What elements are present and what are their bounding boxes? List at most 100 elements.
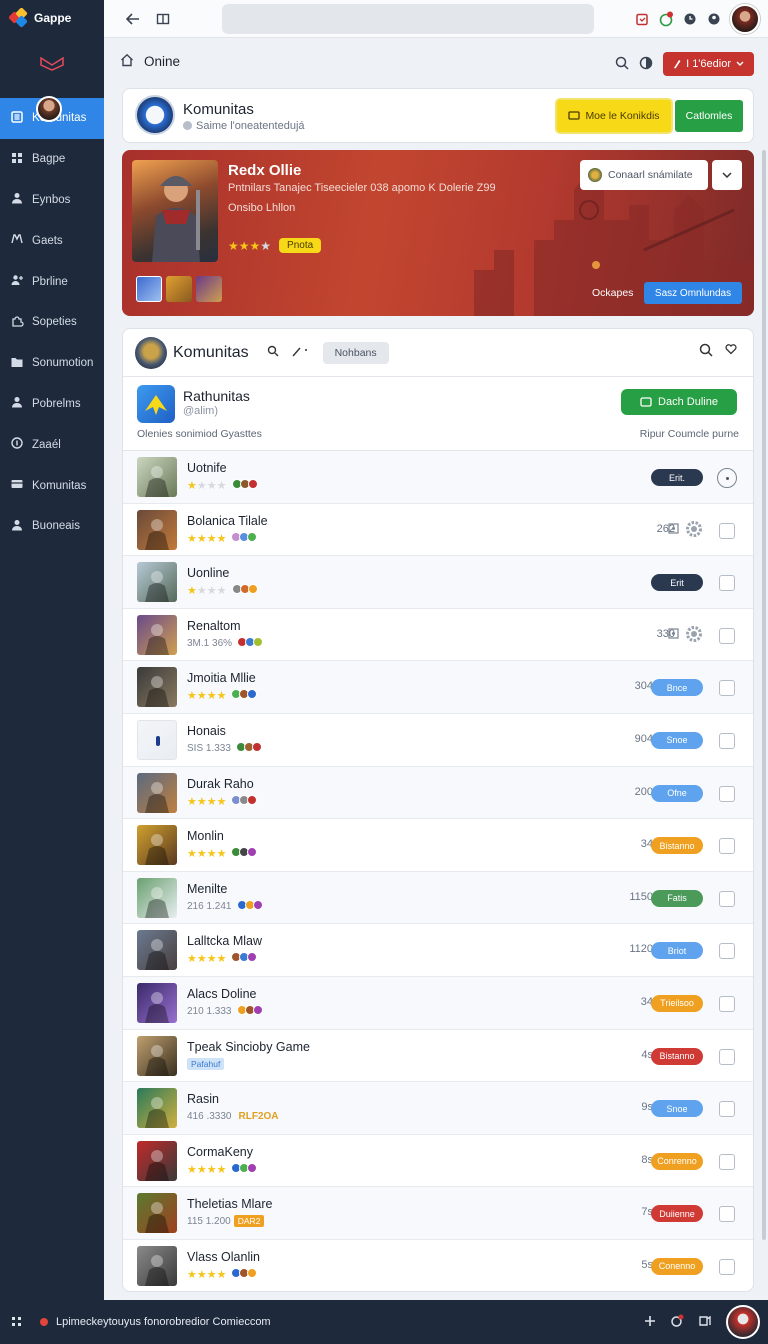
hero-thumb[interactable] bbox=[136, 276, 162, 302]
notification-icon[interactable] bbox=[658, 11, 674, 27]
game-action-button[interactable]: Bnce bbox=[651, 679, 703, 697]
sidebar-item-gaets[interactable]: Gaets bbox=[0, 220, 104, 261]
add-icon[interactable] bbox=[644, 1315, 656, 1330]
sidebar-item-eynbos[interactable]: Eynbos bbox=[0, 180, 104, 221]
scrollbar[interactable] bbox=[762, 150, 766, 1240]
row-checkbox[interactable] bbox=[719, 1048, 735, 1065]
game-action-button[interactable]: Snoe bbox=[651, 1100, 703, 1118]
heart-icon[interactable] bbox=[725, 343, 737, 360]
notification-icon[interactable] bbox=[670, 1314, 684, 1331]
list-item[interactable]: Alacs Doline 210 1.333 34 Trieilsoo bbox=[123, 976, 753, 1030]
toggle-icon[interactable] bbox=[639, 56, 653, 73]
home-icon[interactable] bbox=[120, 53, 134, 70]
back-arrow-icon[interactable] bbox=[118, 4, 148, 34]
row-checkbox[interactable] bbox=[719, 522, 735, 539]
search-icon[interactable] bbox=[615, 56, 629, 73]
game-action-button[interactable]: Erit. bbox=[651, 469, 703, 486]
row-checkbox[interactable] bbox=[719, 890, 735, 907]
yellow-action-button[interactable]: Moe le Konikdis bbox=[557, 100, 671, 132]
hero-cta-button[interactable]: Sasz Omnlundas bbox=[644, 282, 742, 304]
share-icon[interactable] bbox=[698, 1314, 712, 1331]
row-checkbox[interactable] bbox=[719, 785, 735, 802]
account-avatar[interactable] bbox=[730, 4, 760, 34]
user-avatar[interactable] bbox=[36, 96, 62, 122]
clock-icon[interactable] bbox=[682, 11, 698, 27]
list-item[interactable]: Honais SIS 1.333 904 Snoe bbox=[123, 714, 753, 767]
hero-search-field[interactable]: Conaarl snámilate bbox=[580, 160, 708, 190]
search-input[interactable] bbox=[222, 4, 594, 34]
game-action-button[interactable]: Fatis bbox=[651, 889, 703, 907]
game-name: Uonline bbox=[187, 566, 230, 581]
row-checkbox[interactable] bbox=[719, 943, 735, 960]
hero-thumb[interactable] bbox=[196, 276, 222, 302]
list-item[interactable]: Durak Raho ★★★★ 200 Ofne bbox=[123, 766, 753, 820]
list-item[interactable]: Lalltcka Mlaw ★★★★ 1120 Briot bbox=[123, 924, 753, 977]
game-action-button[interactable]: Trieilsoo bbox=[651, 994, 703, 1012]
calendar-icon[interactable] bbox=[634, 11, 650, 27]
brand[interactable]: Gappe bbox=[0, 0, 104, 36]
sidebar-item-sonumotion[interactable]: Sonumotion bbox=[0, 343, 104, 384]
image-icon[interactable] bbox=[668, 523, 679, 537]
game-action-button[interactable]: Snoe bbox=[651, 731, 703, 749]
row-checkbox[interactable] bbox=[719, 838, 735, 855]
list-item[interactable]: Renaltom 3M.1 36% 330 bbox=[123, 609, 753, 662]
game-action-button[interactable]: Bistanno bbox=[651, 837, 703, 855]
game-action-button[interactable]: Duiienne bbox=[651, 1205, 703, 1223]
game-action-button[interactable]: Briot bbox=[651, 942, 703, 960]
hero-thumb[interactable] bbox=[166, 276, 192, 302]
game-action-button[interactable]: Conenno bbox=[651, 1257, 703, 1275]
row-checkbox[interactable] bbox=[719, 627, 735, 644]
search-icon[interactable] bbox=[699, 343, 713, 360]
row-checkbox[interactable] bbox=[719, 1258, 735, 1275]
game-action-button[interactable]: Ofne bbox=[651, 784, 703, 802]
list-item[interactable]: Menilte 216 1.241 1150 Fatis bbox=[123, 871, 753, 925]
apps-grid-icon[interactable] bbox=[0, 1316, 34, 1328]
row-checkbox[interactable] bbox=[719, 995, 735, 1012]
edit-icon[interactable] bbox=[291, 345, 309, 360]
hero-link[interactable]: Ockapes bbox=[592, 287, 633, 299]
image-icon[interactable] bbox=[668, 628, 679, 642]
list-item[interactable]: Vlass Olanlin ★★★★ 5s Conenno bbox=[123, 1240, 753, 1291]
gear-icon[interactable] bbox=[685, 520, 703, 541]
list-item[interactable]: Uonline ★★★★ Erit bbox=[123, 556, 753, 609]
game-action-button[interactable]: Bistanno bbox=[651, 1047, 703, 1065]
list-item[interactable]: Rasin 416 .3330 RLF2OA 9s Snoe bbox=[123, 1082, 753, 1135]
row-radio[interactable] bbox=[717, 468, 737, 488]
row-checkbox[interactable] bbox=[719, 732, 735, 749]
list-item[interactable]: Jmoitia Mllie ★★★★ 304 Bnce bbox=[123, 661, 753, 714]
list-item[interactable]: Monlin ★★★★ 34 Bistanno bbox=[123, 819, 753, 872]
filter-pill[interactable]: Nohbans bbox=[322, 341, 389, 364]
status-message: Lpimeckeytouyus fonorobredior Comieccom bbox=[40, 1316, 271, 1328]
sidebar-item-bagpe[interactable]: Bagpe bbox=[0, 139, 104, 180]
gear-icon[interactable] bbox=[685, 625, 703, 646]
row-checkbox[interactable] bbox=[719, 1153, 735, 1170]
sidebar-item-sopeties[interactable]: Sopeties bbox=[0, 302, 104, 343]
group-header: Rathunitas @alim) Dach Duline Olenies so… bbox=[123, 377, 753, 451]
sidebar-item-zaaél[interactable]: Zaaél bbox=[0, 424, 104, 465]
account-avatar[interactable] bbox=[726, 1305, 760, 1339]
red-action-button[interactable]: I 1'6edior bbox=[663, 52, 754, 76]
row-checkbox[interactable] bbox=[719, 1206, 735, 1223]
row-checkbox[interactable] bbox=[719, 575, 735, 592]
list-item[interactable]: Bolanica Tilale ★★★★ 262 bbox=[123, 504, 753, 557]
sidebar-item-pobrelms[interactable]: Pobrelms bbox=[0, 384, 104, 425]
sidebar-item-pbrline[interactable]: Pbrline bbox=[0, 261, 104, 302]
sidebar-item-buoneais[interactable]: Buoneais bbox=[0, 506, 104, 547]
search-icon[interactable] bbox=[267, 345, 279, 360]
panel-toggle-icon[interactable] bbox=[148, 4, 178, 34]
hero-dropdown-button[interactable] bbox=[712, 160, 742, 190]
sidebar-item-label: Buoneais bbox=[32, 520, 80, 533]
game-action-button[interactable]: Erit bbox=[651, 574, 703, 592]
row-checkbox[interactable] bbox=[719, 1101, 735, 1118]
list-item[interactable]: Tpeak Sincioby Game Pafahuf 4s Bistanno bbox=[123, 1030, 753, 1083]
green-action-button[interactable]: Catlomles bbox=[675, 100, 743, 132]
game-action-button[interactable]: Conrenno bbox=[651, 1152, 703, 1170]
group-join-button[interactable]: Dach Duline bbox=[621, 389, 737, 415]
list-item[interactable]: CormaKeny ★★★★ 8s Conrenno bbox=[123, 1135, 753, 1188]
list-item[interactable]: Theletias Mlare 115 1.200 DAR2 7s Duiienne bbox=[123, 1187, 753, 1240]
list-item[interactable]: Uotnife ★★★★ Erit. bbox=[123, 451, 753, 504]
member-avatars bbox=[236, 1004, 263, 1018]
profile-circle-icon[interactable] bbox=[706, 11, 722, 27]
row-checkbox[interactable] bbox=[719, 680, 735, 697]
sidebar-item-komunitas[interactable]: Komunitas bbox=[0, 465, 104, 506]
